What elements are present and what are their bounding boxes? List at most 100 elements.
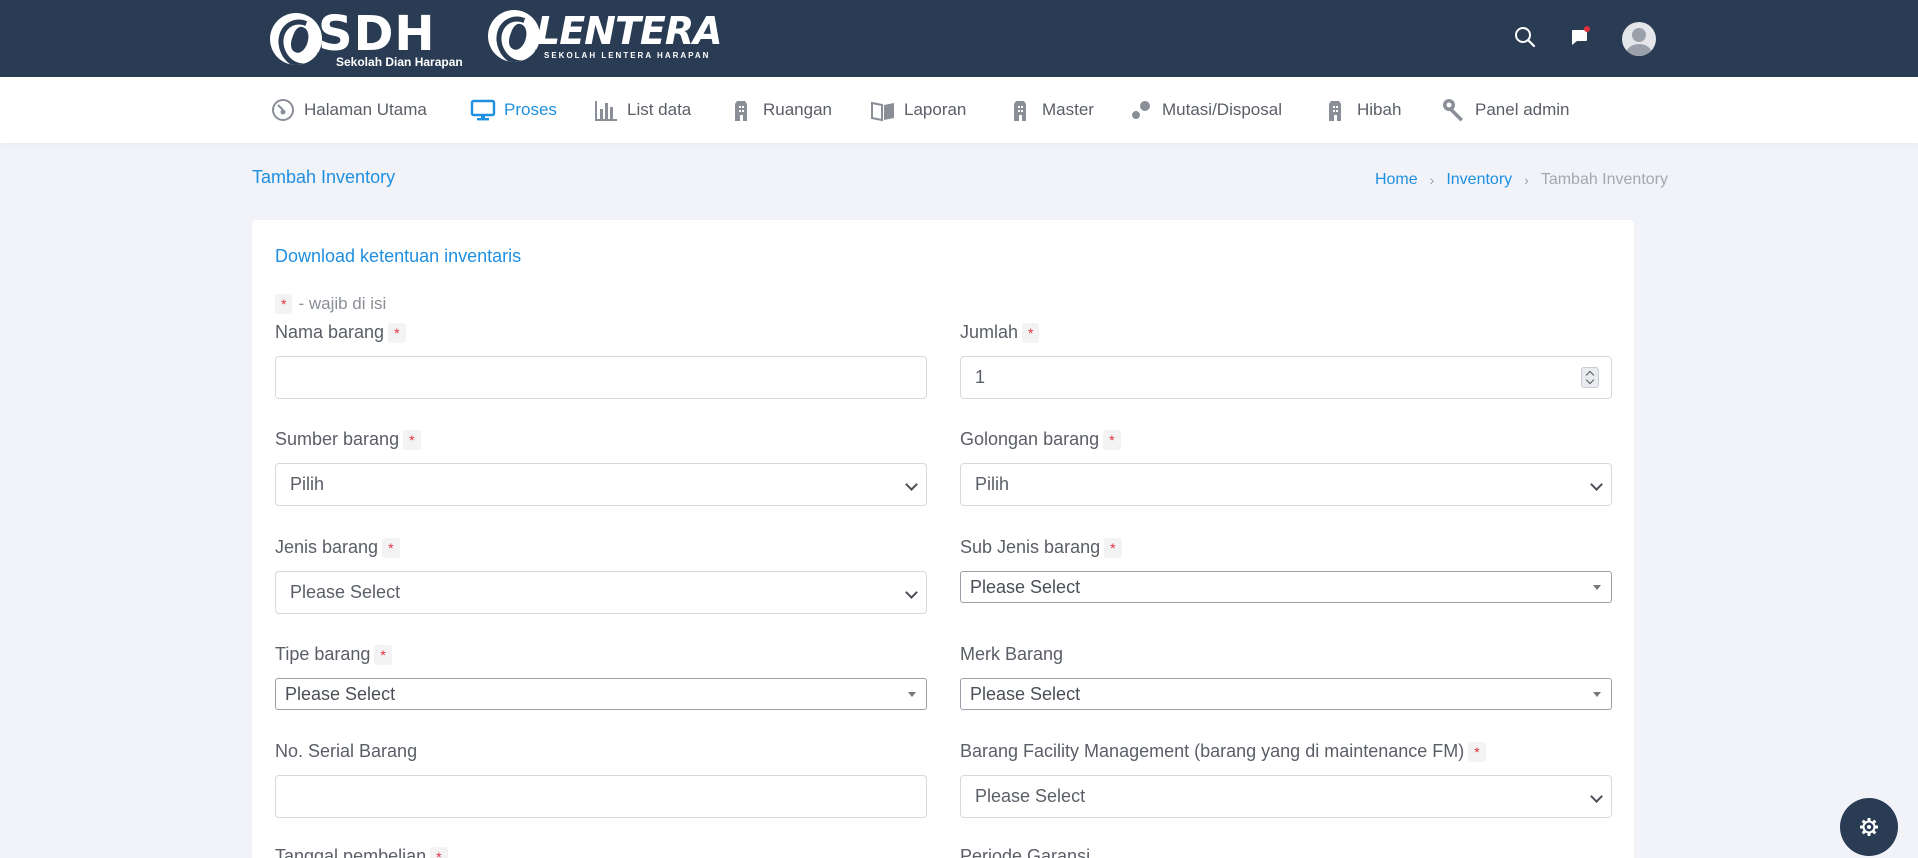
sdh-logo-subtitle: Sekolah Dian Harapan	[336, 55, 463, 69]
nav-item-ruangan[interactable]: Ruangan	[729, 95, 832, 125]
caret-down-icon	[1593, 585, 1601, 590]
settings-button[interactable]	[1840, 798, 1898, 856]
merk-barang-label-text: Merk Barang	[960, 644, 1064, 664]
inventory-form-card: Download ketentuan inventaris * - wajib …	[252, 220, 1634, 858]
golongan-barang-select[interactable]: Pilih	[960, 463, 1612, 506]
required-note-text: - wajib di isi	[298, 294, 387, 313]
main-nav: Halaman Utama Proses List data Ruangan L…	[0, 77, 1918, 143]
golongan-barang-label-text: Golongan barang	[960, 429, 1100, 449]
required-star: *	[1103, 429, 1121, 450]
required-note: * - wajib di isi	[275, 294, 386, 314]
jenis-barang-value: Please Select	[290, 582, 401, 602]
transfer-icon	[1132, 101, 1150, 119]
serial-barang-input[interactable]	[275, 775, 927, 818]
merk-barang-select[interactable]: Please Select	[960, 678, 1612, 710]
jumlah-input[interactable]: 1	[960, 356, 1612, 399]
tipe-barang-label-text: Tipe barang	[275, 644, 371, 664]
jumlah-label-text: Jumlah	[960, 322, 1019, 342]
required-star: *	[1468, 741, 1486, 762]
sumber-barang-label-text: Sumber barang	[275, 429, 400, 449]
required-star: *	[430, 846, 448, 858]
chat-icon[interactable]	[1567, 24, 1593, 50]
nav-item-label: Proses	[504, 100, 557, 119]
chevron-right-icon: ›	[1429, 172, 1435, 188]
page-title: Tambah Inventory	[252, 167, 396, 187]
chevron-right-icon: ›	[1524, 172, 1529, 188]
nav-item-label: List data	[627, 100, 692, 119]
nav-item-proses[interactable]: Proses	[470, 95, 557, 125]
nav-item-label: Mutasi/Disposal	[1162, 100, 1282, 119]
nama-barang-label-text: Nama barang	[275, 322, 385, 342]
nav-item-label: Ruangan	[763, 100, 833, 119]
required-star: *	[1022, 322, 1040, 343]
jenis-barang-label-text: Jenis barang	[275, 537, 379, 557]
breadcrumb-current: Tambah Inventory	[1540, 171, 1668, 188]
nav-item-list-data[interactable]: List data	[593, 95, 691, 125]
notification-dot	[1584, 26, 1590, 32]
tipe-barang-label: Tipe barang *	[275, 644, 392, 665]
required-star: *	[388, 322, 406, 343]
barang-fm-select[interactable]: Please Select	[960, 775, 1612, 818]
nav-item-label: Halaman Utama	[304, 100, 427, 119]
avatar[interactable]	[1622, 22, 1656, 56]
golongan-barang-label: Golongan barang *	[960, 429, 1121, 450]
number-stepper-icon[interactable]	[1581, 367, 1599, 388]
required-star: *	[374, 644, 392, 665]
required-star: *	[382, 537, 400, 558]
nav-item-label: Laporan	[904, 100, 967, 119]
chevron-down-icon	[1590, 790, 1603, 803]
golongan-barang-value: Pilih	[975, 474, 1010, 494]
caret-down-icon	[1593, 692, 1601, 697]
jenis-barang-select[interactable]: Please Select	[275, 571, 927, 614]
nav-item-mutasi-disposal[interactable]: Mutasi/Disposal	[1128, 95, 1282, 125]
lentera-logo-text: LENTERA	[536, 9, 723, 53]
nav-item-panel-admin[interactable]: Panel admin	[1441, 95, 1570, 125]
nav-item-laporan[interactable]: Laporan	[870, 95, 966, 125]
chevron-down-icon	[905, 586, 918, 599]
jumlah-value: 1	[975, 367, 986, 387]
tanggal-pembelian-label: Tanggal pembelian *	[275, 846, 448, 858]
breadcrumb-inventory[interactable]: Inventory	[1446, 171, 1512, 189]
wrench-icon	[1443, 99, 1463, 122]
sdh-logo[interactable]: SDH Sekolah Dian Harapan	[270, 10, 463, 68]
dashboard-icon	[272, 99, 294, 121]
sub-jenis-barang-label-text: Sub Jenis barang	[960, 537, 1101, 557]
top-header: SDH Sekolah Dian Harapan LENTERA SEKOLAH…	[0, 0, 1918, 77]
tipe-barang-select[interactable]: Please Select	[275, 678, 927, 710]
lentera-emblem-icon	[488, 10, 540, 62]
building-icon	[735, 101, 747, 121]
download-ketentuan-link[interactable]: Download ketentuan inventaris	[275, 246, 521, 267]
lentera-logo-subtitle: SEKOLAH LENTERA HARAPAN	[544, 51, 711, 60]
periode-garansi-label: Periode Garansi	[960, 846, 1090, 858]
search-icon[interactable]	[1512, 24, 1538, 50]
bar-chart-icon	[595, 101, 617, 121]
required-star: *	[275, 294, 293, 314]
monitor-icon	[470, 99, 496, 121]
nama-barang-label: Nama barang *	[275, 322, 406, 343]
merk-barang-value: Please Select	[970, 683, 1081, 704]
serial-barang-label: No. Serial Barang	[275, 741, 417, 762]
required-star: *	[1104, 537, 1122, 558]
gear-icon	[1860, 818, 1878, 836]
barang-fm-label: Barang Facility Management (barang yang …	[960, 741, 1486, 762]
required-star: *	[403, 429, 421, 450]
sumber-barang-select[interactable]: Pilih	[275, 463, 927, 506]
sub-jenis-barang-value: Please Select	[970, 576, 1081, 597]
sumber-barang-value: Pilih	[290, 474, 325, 494]
building-icon	[1014, 101, 1026, 121]
nav-item-master[interactable]: Master	[1008, 95, 1094, 125]
nav-item-hibah[interactable]: Hibah	[1323, 95, 1401, 125]
building-icon	[1329, 101, 1341, 121]
barang-fm-label-text: Barang Facility Management (barang yang …	[960, 741, 1465, 761]
nav-item-halaman-utama[interactable]: Halaman Utama	[270, 95, 427, 125]
lentera-logo[interactable]: LENTERA SEKOLAH LENTERA HARAPAN	[488, 9, 723, 62]
book-icon	[871, 101, 894, 122]
tipe-barang-value: Please Select	[285, 683, 396, 704]
jumlah-label: Jumlah *	[960, 322, 1040, 343]
periode-garansi-label-text: Periode Garansi	[960, 846, 1091, 858]
serial-barang-label-text: No. Serial Barang	[275, 741, 418, 761]
breadcrumb-home[interactable]: Home	[1375, 171, 1418, 189]
sub-jenis-barang-select[interactable]: Please Select	[960, 571, 1612, 603]
nama-barang-input[interactable]	[275, 356, 927, 399]
nav-item-label: Hibah	[1357, 100, 1402, 119]
